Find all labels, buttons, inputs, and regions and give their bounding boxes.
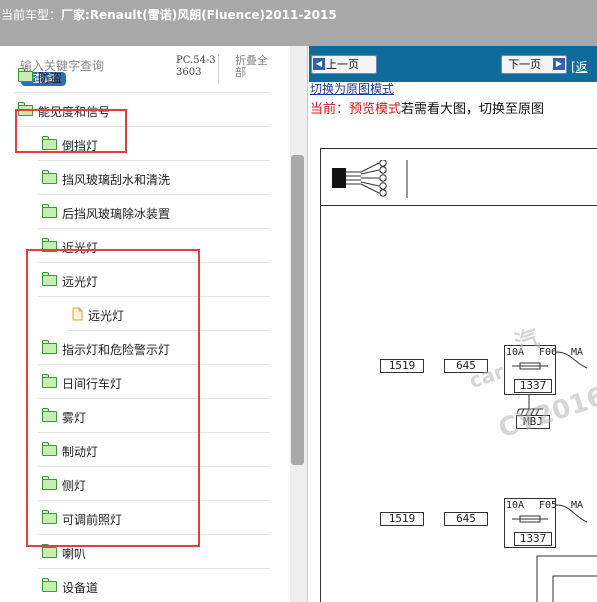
tree-item-label: 防盗: [38, 71, 63, 85]
next-page-label: 下一页: [508, 58, 541, 71]
tree-item-label: 设备道: [62, 581, 99, 595]
folder-icon: [42, 578, 57, 592]
prev-page-button[interactable]: ◀ 上一页: [311, 55, 377, 74]
highlight-box-lights: [26, 249, 200, 547]
tree-item[interactable]: 挡风玻璃刮水和清洗: [38, 161, 270, 195]
vehicle-model-title: 当前车型：厂家:Renault(雷诺)风朗(Fluence)2011-2015: [1, 6, 337, 23]
return-link[interactable]: [返: [571, 58, 588, 75]
top-header: 当前车型：厂家:Renault(雷诺)风朗(Fluence)2011-2015: [0, 0, 597, 46]
next-page-button[interactable]: 下一页 ▶: [501, 55, 567, 74]
tree-item[interactable]: 防盗: [14, 59, 270, 93]
right-content-panel: ◀ 上一页 下一页 ▶ [返 切换为原图模式 当前：预览模式若需看大图，切换至原…: [309, 46, 597, 602]
folder-icon: [42, 204, 57, 218]
tree-scrollbar-thumb[interactable]: [291, 155, 304, 465]
tree-item-label: 挡风玻璃刮水和清洗: [62, 173, 171, 187]
mode-hint: 若需看大图，切换至原图: [401, 102, 545, 117]
tree-item-label: 喇叭: [62, 547, 87, 561]
current-mode-line: 当前：预览模式若需看大图，切换至原图: [310, 98, 544, 117]
folder-open-icon: [18, 68, 33, 82]
arrow-left-icon: ◀: [313, 58, 325, 70]
prev-page-label: 上一页: [326, 58, 359, 71]
page-nav-bar: ◀ 上一页 下一页 ▶ [返: [309, 46, 597, 82]
current-mode-label: 当前：预览模式: [310, 102, 402, 117]
tree-item-label: 后挡风玻璃除冰装置: [62, 207, 171, 221]
left-tree-panel: 输入关键字查询 查询 PC.54-33603 折叠全部 防盗 能见度和信号 倒挡灯挡…: [0, 46, 308, 602]
arrow-right-icon: ▶: [553, 58, 565, 70]
switch-original-mode-link[interactable]: 切换为原图模式: [310, 80, 394, 97]
folder-icon: [42, 544, 57, 558]
vehicle-model-name: 厂家:Renault(雷诺)风朗(Fluence)2011-2015: [61, 8, 337, 22]
diagram-wires: [536, 351, 597, 602]
highlight-box-visibility: [15, 109, 127, 153]
tree-item[interactable]: 设备道: [38, 569, 270, 602]
vehicle-model-prefix: 当前车型：: [1, 8, 62, 22]
folder-icon: [42, 170, 57, 184]
wiring-diagram: 1519 645 10A F06 MA 1337 MBJ 1519 645 10…: [309, 136, 597, 602]
tree-scrollbar[interactable]: [290, 46, 307, 602]
tree-item[interactable]: 后挡风玻璃除冰装置: [38, 195, 270, 229]
